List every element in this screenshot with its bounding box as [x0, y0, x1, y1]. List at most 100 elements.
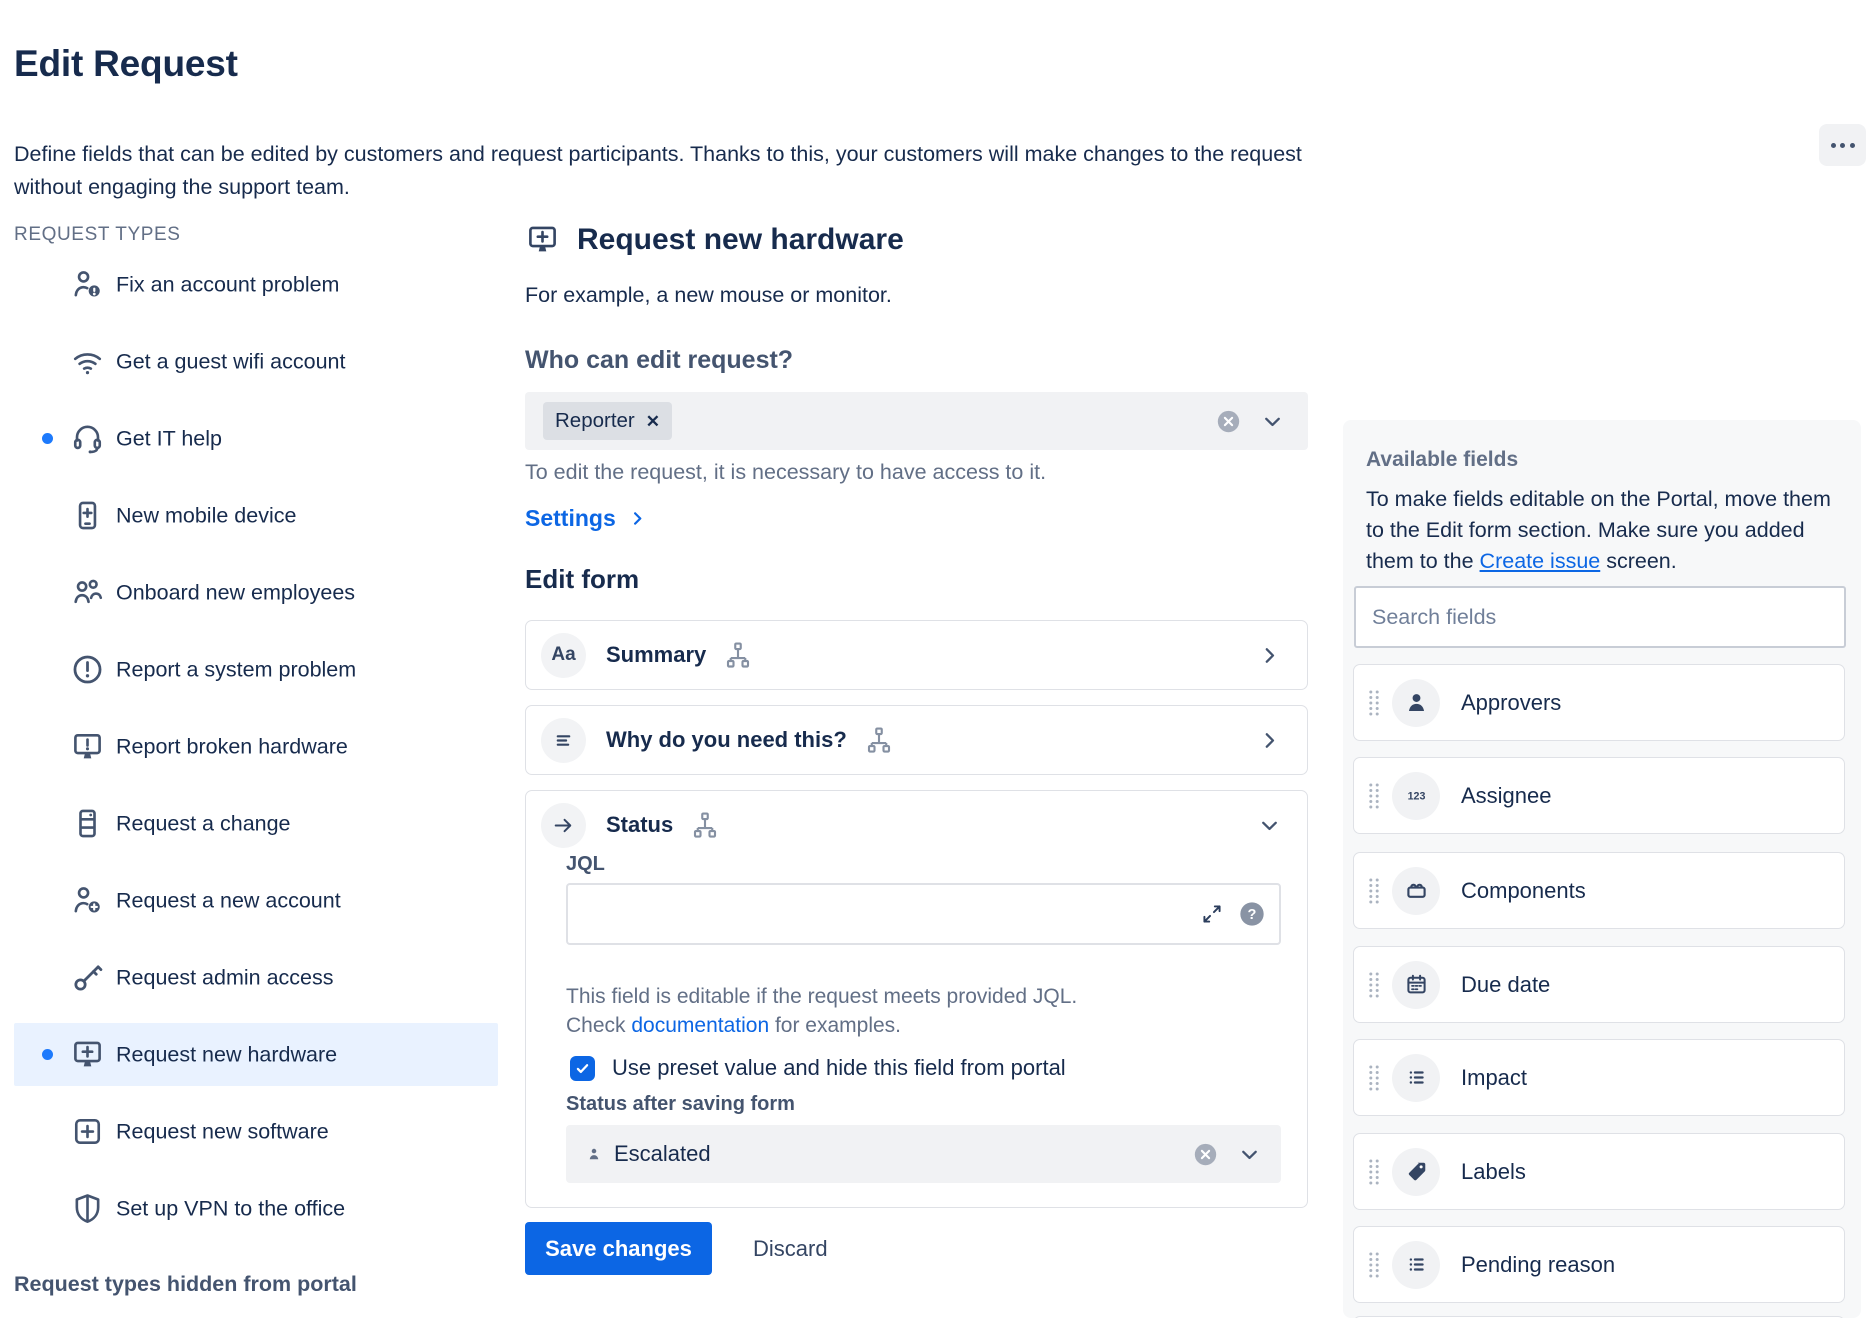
drag-handle-icon[interactable] [1367, 1250, 1381, 1280]
sidebar-item-onboard-new-employees[interactable]: Onboard new employees [14, 561, 498, 624]
use-preset-checkbox[interactable] [570, 1056, 595, 1081]
field-card-impact[interactable]: Impact [1353, 1039, 1845, 1116]
expand-icon[interactable] [1199, 901, 1225, 927]
sidebar-item-fix-an-account-problem[interactable]: Fix an account problem [14, 253, 498, 316]
field-card-pending-reason[interactable]: Pending reason [1353, 1226, 1845, 1303]
remove-tag-icon[interactable]: ✕ [646, 413, 660, 430]
search-fields-input[interactable] [1354, 586, 1846, 648]
available-fields-panel: Available fields To make fields editable… [1343, 420, 1861, 1318]
person-filled-icon [1392, 679, 1440, 727]
jql-field: ? [566, 883, 1281, 945]
sidebar-item-request-a-change[interactable]: Request a change [14, 792, 498, 855]
field-card-labels[interactable]: Labels [1353, 1133, 1845, 1210]
reporter-tag[interactable]: Reporter ✕ [543, 402, 672, 440]
jql-input[interactable] [568, 885, 1279, 943]
sidebar-item-request-new-hardware[interactable]: Request new hardware [14, 1023, 498, 1086]
field-card-label: Why do you need this? [606, 727, 847, 753]
status-card-header[interactable]: Status [526, 791, 1307, 859]
person-alert-icon [70, 267, 105, 302]
chevron-down-icon[interactable] [1261, 410, 1284, 433]
edit-form-heading: Edit form [525, 564, 639, 595]
field-card-summary[interactable]: Aa Summary [525, 620, 1308, 690]
clear-select-icon[interactable] [1215, 408, 1242, 435]
chevron-right-icon[interactable] [1258, 644, 1281, 667]
field-card-label: Approvers [1461, 690, 1561, 716]
request-type-title: Request new hardware [577, 223, 904, 257]
sidebar-item-label: Request a change [116, 811, 291, 836]
status-after-saving-select[interactable]: Escalated [566, 1125, 1281, 1183]
sidebar-item-label: Get IT help [116, 426, 222, 451]
sitemap-icon [723, 640, 753, 670]
svg-text:?: ? [1248, 907, 1257, 923]
text-lines-icon [541, 718, 586, 763]
hidden-request-types-heading[interactable]: Request types hidden from portal [14, 1272, 357, 1297]
monitor-plus-icon [70, 1037, 105, 1072]
sidebar-item-request-new-software[interactable]: Request new software [14, 1100, 498, 1163]
drag-handle-icon[interactable] [1367, 781, 1381, 811]
request-types-list: Fix an account problem Get a guest wifi a… [14, 253, 498, 1254]
status-after-saving-label: Status after saving form [566, 1093, 795, 1116]
page-title: Edit Request [14, 43, 238, 85]
request-type-description: For example, a new mouse or monitor. [525, 283, 892, 308]
bullet-list-icon [1392, 1054, 1440, 1102]
field-card-due-date[interactable]: Due date [1353, 946, 1845, 1023]
more-options-button[interactable] [1819, 124, 1866, 166]
sidebar-item-label: Request admin access [116, 965, 334, 990]
number-123-icon: 123 [1392, 772, 1440, 820]
person-small-icon [586, 1146, 602, 1162]
field-card-why[interactable]: Why do you need this? [525, 705, 1308, 775]
arrow-right-icon [541, 803, 586, 848]
settings-link[interactable]: Settings [525, 505, 647, 532]
page-description: Define fields that can be edited by cust… [14, 138, 1314, 204]
jql-helper-text-2: Check documentation for examples. [566, 1014, 901, 1038]
sidebar-item-report-a-system-problem[interactable]: Report a system problem [14, 638, 498, 701]
sidebar-item-get-it-help[interactable]: Get IT help [14, 407, 498, 470]
clear-select-icon[interactable] [1192, 1141, 1219, 1168]
sidebar-item-label: Report broken hardware [116, 734, 348, 759]
sidebar-item-request-a-new-account[interactable]: Request a new account [14, 869, 498, 932]
jql-helper-text: This field is editable if the request me… [566, 985, 1077, 1009]
sidebar-item-get-a-guest-wifi-account[interactable]: Get a guest wifi account [14, 330, 498, 393]
sidebar-item-new-mobile-device[interactable]: New mobile device [14, 484, 498, 547]
create-issue-link[interactable]: Create issue [1480, 549, 1601, 573]
drag-handle-icon[interactable] [1367, 1157, 1381, 1187]
chevron-down-icon[interactable] [1258, 814, 1281, 837]
sidebar-item-label: Request new hardware [116, 1042, 337, 1067]
field-card-components[interactable]: Components [1353, 852, 1845, 929]
helper-suffix: for examples. [769, 1014, 901, 1037]
drag-handle-icon[interactable] [1367, 876, 1381, 906]
window-plus-icon [70, 1114, 105, 1149]
discard-button[interactable]: Discard [747, 1222, 834, 1275]
use-preset-checkbox-label: Use preset value and hide this field fro… [612, 1055, 1066, 1081]
who-can-edit-select[interactable]: Reporter ✕ [525, 392, 1308, 450]
save-changes-button[interactable]: Save changes [525, 1222, 712, 1275]
chevron-down-icon[interactable] [1238, 1143, 1261, 1166]
documentation-link[interactable]: documentation [631, 1014, 769, 1037]
help-icon[interactable]: ? [1238, 900, 1266, 928]
monitor-alert-icon [70, 729, 105, 764]
sidebar-item-label: Report a system problem [116, 657, 356, 682]
alert-circle-icon [70, 652, 105, 687]
field-card-label: Summary [606, 642, 706, 668]
desc-suffix: screen. [1600, 549, 1676, 573]
sidebar-item-label: Request new software [116, 1119, 329, 1144]
wifi-icon [70, 344, 105, 379]
sidebar-item-set-up-vpn-to-the-office[interactable]: Set up VPN to the office [14, 1177, 498, 1240]
sidebar-item-label: Fix an account problem [116, 272, 339, 297]
chevron-right-icon[interactable] [1258, 729, 1281, 752]
drag-handle-icon[interactable] [1367, 970, 1381, 1000]
field-card-assignee[interactable]: 123Assignee [1353, 757, 1845, 834]
field-card-label: Pending reason [1461, 1252, 1615, 1278]
access-note: To edit the request, it is necessary to … [525, 460, 1046, 485]
settings-link-label: Settings [525, 505, 616, 532]
helper-prefix: Check [566, 1014, 631, 1037]
sidebar-item-request-admin-access[interactable]: Request admin access [14, 946, 498, 1009]
field-card-label: Due date [1461, 972, 1550, 998]
ellipsis-icon [1831, 143, 1855, 148]
drag-handle-icon[interactable] [1367, 1063, 1381, 1093]
drag-handle-icon[interactable] [1367, 688, 1381, 718]
field-card-status: Status JQL ? This field is editable if t… [525, 790, 1308, 1208]
sidebar-item-label: Onboard new employees [116, 580, 355, 605]
sidebar-item-report-broken-hardware[interactable]: Report broken hardware [14, 715, 498, 778]
field-card-approvers[interactable]: Approvers [1353, 664, 1845, 741]
